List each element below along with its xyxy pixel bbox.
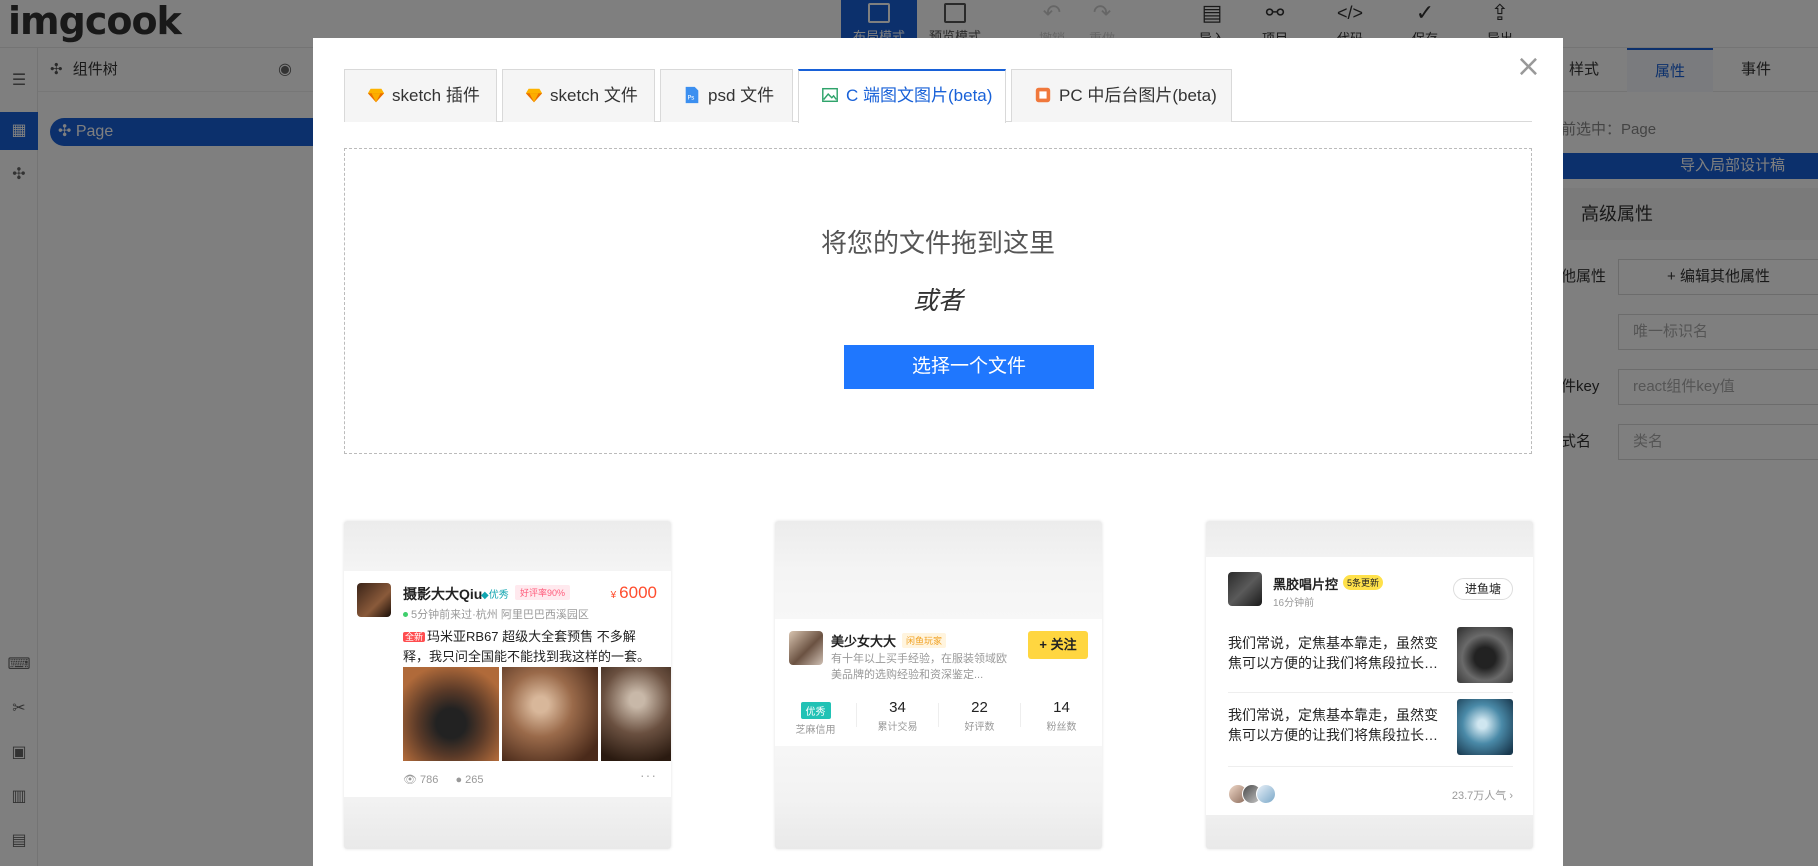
sketch-icon	[367, 88, 385, 103]
pc-image-icon	[1035, 87, 1051, 103]
stat-label: 好评数	[964, 722, 995, 733]
stat-value: 34	[889, 699, 906, 716]
post-time: 16分钟前	[1273, 598, 1315, 609]
trade-stat: 34 累计交易	[857, 699, 938, 733]
credit-badge: 优秀	[800, 702, 831, 719]
price: ¥6000	[610, 583, 657, 602]
stat-value: 22	[971, 699, 988, 716]
credit-stat: 优秀 芝麻信用	[775, 699, 856, 736]
import-tabs: sketch 插件 sketch 文件 Ps psd 文件 C 端图文图片(bet…	[344, 69, 1532, 123]
post-image	[1457, 699, 1513, 755]
tab-label: sketch 插件	[392, 86, 480, 105]
stat-label: 累计交易	[877, 722, 918, 733]
post-item: 我们常说，定焦基本靠走，虽然变焦可以方便的让我们将焦段拉长…	[1228, 699, 1513, 759]
post-text: 我们常说，定焦基本靠走，虽然变焦可以方便的让我们将焦段拉长…	[1228, 635, 1438, 671]
item-photo	[601, 667, 671, 761]
item-photo	[403, 667, 499, 761]
item-stats: 👁 786 ● 265	[403, 774, 484, 786]
drop-or: 或者	[912, 287, 963, 315]
stat-value: 14	[1053, 699, 1070, 716]
seller-meta: 5分钟前来过·杭州 阿里巴巴西溪园区	[403, 606, 589, 622]
credit-label: 芝麻信用	[795, 725, 836, 736]
player-tag: 闲鱼玩家	[902, 633, 947, 648]
sample-card-content: 美少女大大 闲鱼玩家 有十年以上买手经验，在服装领域欧美品牌的选购经验和资深鉴定…	[775, 619, 1102, 746]
stat-label: 粉丝数	[1046, 722, 1077, 733]
tab-psd-file[interactable]: Ps psd 文件	[660, 69, 793, 122]
follow-button: + 关注	[1028, 631, 1088, 659]
drop-title: 将您的文件拖到这里	[820, 228, 1055, 258]
sample-card-3[interactable]: 黑胶唱片控 5条更新 16分钟前 进鱼塘 我们常说，定焦基本靠走，虽然变焦可以方…	[1206, 521, 1533, 849]
sample-card-content: 摄影大大Qiu ◆优秀 好评率90% ¥6000 5分钟前来过·杭州 阿里巴巴西…	[344, 571, 671, 797]
tab-sketch-plugin[interactable]: sketch 插件	[344, 69, 497, 122]
post-item: 我们常说，定焦基本靠走，虽然变焦可以方便的让我们将焦段拉长…	[1228, 627, 1513, 687]
choose-file-button[interactable]: 选择一个文件	[844, 345, 1094, 389]
item-description: 全新 玛米亚RB67 超级大全套预售 不多解释，我只问全国能不能找到我这样的一套。	[403, 629, 651, 664]
enter-pond-button: 进鱼塘	[1453, 578, 1513, 600]
image-icon	[822, 87, 838, 103]
tab-sketch-file[interactable]: sketch 文件	[502, 69, 655, 122]
avatar	[789, 631, 823, 665]
update-badge: 5条更新	[1343, 575, 1384, 590]
user-name: 美少女大大	[831, 634, 897, 649]
seller-name: 摄影大大Qiu	[403, 586, 483, 602]
more-icon: ···	[640, 767, 657, 783]
avatar	[1256, 784, 1276, 804]
post-text: 我们常说，定焦基本靠走，虽然变焦可以方便的让我们将焦段拉长…	[1228, 707, 1438, 743]
sample-card-content: 黑胶唱片控 5条更新 16分钟前 进鱼塘 我们常说，定焦基本靠走，虽然变焦可以方…	[1206, 557, 1533, 815]
sample-card-1[interactable]: 摄影大大Qiu ◆优秀 好评率90% ¥6000 5分钟前来过·杭州 阿里巴巴西…	[344, 521, 671, 849]
fans-stat: 14 粉丝数	[1021, 699, 1102, 733]
post-image	[1457, 627, 1513, 683]
excellent-badge: ◆优秀	[481, 590, 509, 601]
tab-pc-image[interactable]: PC 中后台图片(beta)	[1011, 69, 1232, 122]
rating-badge: 好评率90%	[515, 585, 571, 600]
svg-text:Ps: Ps	[688, 95, 695, 102]
avatar	[357, 583, 391, 617]
tab-label: C 端图文图片(beta)	[846, 86, 993, 105]
eye-icon: 👁	[403, 774, 421, 786]
divider	[1228, 692, 1513, 693]
divider	[1228, 766, 1513, 767]
comment-icon: ●	[455, 774, 466, 786]
sketch-icon	[525, 88, 543, 103]
psd-icon: Ps	[685, 86, 699, 104]
review-stat: 22 好评数	[939, 699, 1020, 733]
pond-name: 黑胶唱片控	[1273, 577, 1339, 592]
tab-label: sketch 文件	[550, 86, 638, 105]
tab-label: psd 文件	[708, 86, 775, 105]
avatar	[1228, 572, 1262, 606]
sample-card-2[interactable]: 美少女大大 闲鱼玩家 有十年以上买手经验，在服装领域欧美品牌的选购经验和资深鉴定…	[775, 521, 1102, 849]
import-modal: × sketch 插件 sketch 文件 Ps psd 文件 C 端图文图片(b…	[313, 38, 1563, 866]
file-drop-zone[interactable]: 将您的文件拖到这里 或者 选择一个文件	[344, 148, 1532, 454]
tab-label: PC 中后台图片(beta)	[1059, 86, 1217, 105]
item-photo	[502, 667, 598, 761]
tab-c-image[interactable]: C 端图文图片(beta)	[798, 69, 1006, 123]
new-tag: 全新	[403, 632, 426, 642]
user-description: 有十年以上买手经验，在服装领域欧美品牌的选购经验和资深鉴定...	[831, 653, 1007, 681]
popularity-label: 23.7万人气 ›	[1451, 790, 1513, 802]
